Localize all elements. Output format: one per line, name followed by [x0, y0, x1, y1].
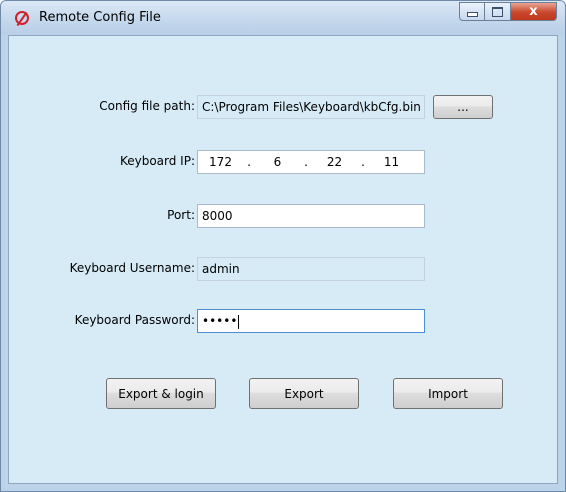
import-button[interactable]: Import — [393, 378, 503, 409]
config-path-label: Config file path: — [99, 99, 195, 113]
text-caret — [238, 314, 240, 329]
config-path-field[interactable]: C:\Program Files\Keyboard\kbCfg.bin — [197, 95, 425, 119]
ip-octet-4[interactable]: 11 — [369, 155, 414, 169]
port-row: Port: 8000 — [9, 204, 559, 228]
close-icon: x — [529, 4, 538, 19]
browse-button[interactable]: ... — [433, 95, 493, 119]
password-mask: ••••• — [202, 314, 238, 328]
window-controls: x — [459, 2, 557, 21]
username-field[interactable]: admin — [197, 257, 425, 281]
ip-separator: . — [247, 155, 251, 169]
port-label: Port: — [167, 208, 195, 222]
close-button[interactable]: x — [511, 2, 557, 21]
password-row: Keyboard Password: ••••• — [9, 309, 559, 333]
app-logo-icon — [15, 11, 29, 25]
minimize-button[interactable] — [459, 2, 485, 21]
ip-separator: . — [304, 155, 308, 169]
keyboard-ip-field[interactable]: 172 . 6 . 22 . 11 — [197, 150, 425, 174]
keyboard-ip-label: Keyboard IP: — [119, 154, 195, 168]
maximize-icon — [492, 6, 503, 17]
ip-separator: . — [361, 155, 365, 169]
username-row: Keyboard Username: admin — [9, 257, 559, 281]
password-label: Keyboard Password: — [74, 313, 195, 327]
export-login-button[interactable]: Export & login — [106, 378, 216, 409]
maximize-button[interactable] — [485, 2, 511, 21]
export-button[interactable]: Export — [249, 378, 359, 409]
ip-octet-3[interactable]: 22 — [312, 155, 357, 169]
port-input[interactable]: 8000 — [197, 204, 425, 228]
username-label: Keyboard Username: — [69, 261, 195, 275]
keyboard-ip-row: Keyboard IP: 172 . 6 . 22 . 11 — [9, 150, 559, 174]
window-title: Remote Config File — [39, 10, 161, 25]
ip-octet-2[interactable]: 6 — [255, 155, 300, 169]
minimize-icon — [466, 12, 478, 17]
ip-octet-1[interactable]: 172 — [198, 155, 243, 169]
dialog-window: Remote Config File x Config file path: C… — [0, 0, 566, 492]
title-bar[interactable]: Remote Config File x — [1, 1, 565, 35]
dialog-body: Config file path: C:\Program Files\Keybo… — [8, 35, 558, 484]
password-input[interactable]: ••••• — [197, 309, 425, 333]
